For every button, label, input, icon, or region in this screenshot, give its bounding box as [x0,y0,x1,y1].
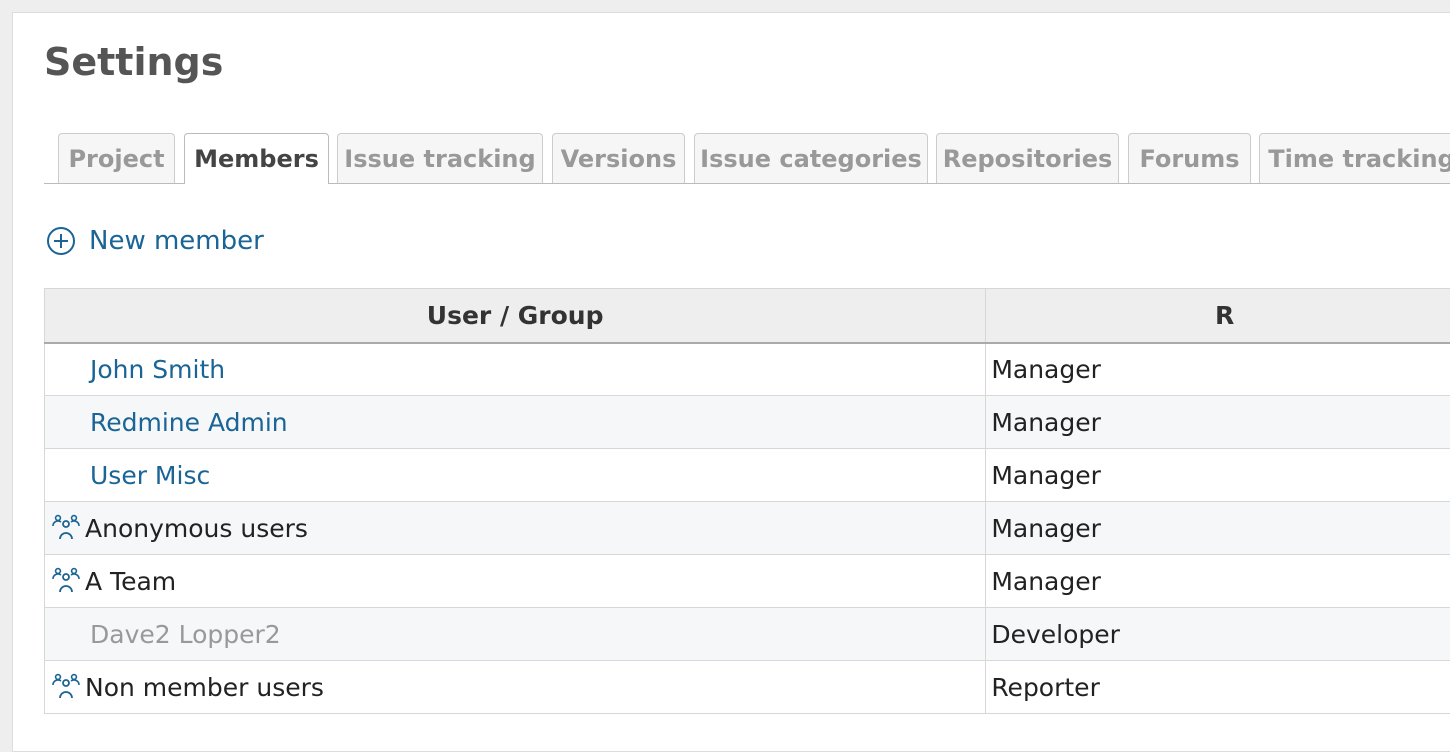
member-role: Manager [986,555,1450,608]
settings-tabs: Project Members Issue tracking Versions … [44,133,1450,184]
table-header-row: User / Group R [45,289,1450,343]
member-role: Manager [986,343,1450,396]
tab-project[interactable]: Project [58,133,175,183]
tab-repositories[interactable]: Repositories [936,133,1119,183]
column-header-user-group[interactable]: User / Group [45,289,986,343]
member-link[interactable]: User Misc [90,461,210,490]
table-row: A Team Manager [45,555,1450,608]
members-table: User / Group R John Smith Manager Redmin… [44,288,1450,714]
new-member-label: New member [89,226,264,256]
tab-versions[interactable]: Versions [552,133,685,183]
table-row: User Misc Manager [45,449,1450,502]
group-icon [51,672,81,702]
table-row: Redmine Admin Manager [45,396,1450,449]
add-circle-icon [46,226,76,256]
page-title: Settings [44,40,223,84]
member-link[interactable]: Dave2 Lopper2 [90,620,281,649]
member-role: Manager [986,396,1450,449]
group-icon [51,513,81,543]
table-row: Dave2 Lopper2 Developer [45,608,1450,661]
group-name: Anonymous users [85,514,308,543]
tab-forums[interactable]: Forums [1128,133,1251,183]
group-icon [51,566,81,596]
group-name: A Team [85,567,176,596]
member-role: Developer [986,608,1450,661]
member-role: Reporter [986,661,1450,714]
tab-issue-categories[interactable]: Issue categories [694,133,928,183]
member-role: Manager [986,502,1450,555]
table-row: Anonymous users Manager [45,502,1450,555]
group-name: Non member users [85,673,324,702]
member-name-cell: Non member users [45,661,986,714]
tab-time-tracking[interactable]: Time tracking [1259,133,1450,183]
member-name-cell: Anonymous users [45,502,986,555]
member-name-cell: User Misc [45,449,986,502]
member-name-cell: Dave2 Lopper2 [45,608,986,661]
member-link[interactable]: John Smith [90,355,225,384]
member-name-cell: Redmine Admin [45,396,986,449]
new-member-link[interactable]: New member [46,226,264,256]
column-header-roles[interactable]: R [986,289,1450,343]
table-row: John Smith Manager [45,343,1450,396]
member-name-cell: John Smith [45,343,986,396]
member-role: Manager [986,449,1450,502]
tab-members[interactable]: Members [184,133,329,184]
member-link[interactable]: Redmine Admin [90,408,288,437]
table-row: Non member users Reporter [45,661,1450,714]
member-name-cell: A Team [45,555,986,608]
tab-issue-tracking[interactable]: Issue tracking [337,133,543,183]
